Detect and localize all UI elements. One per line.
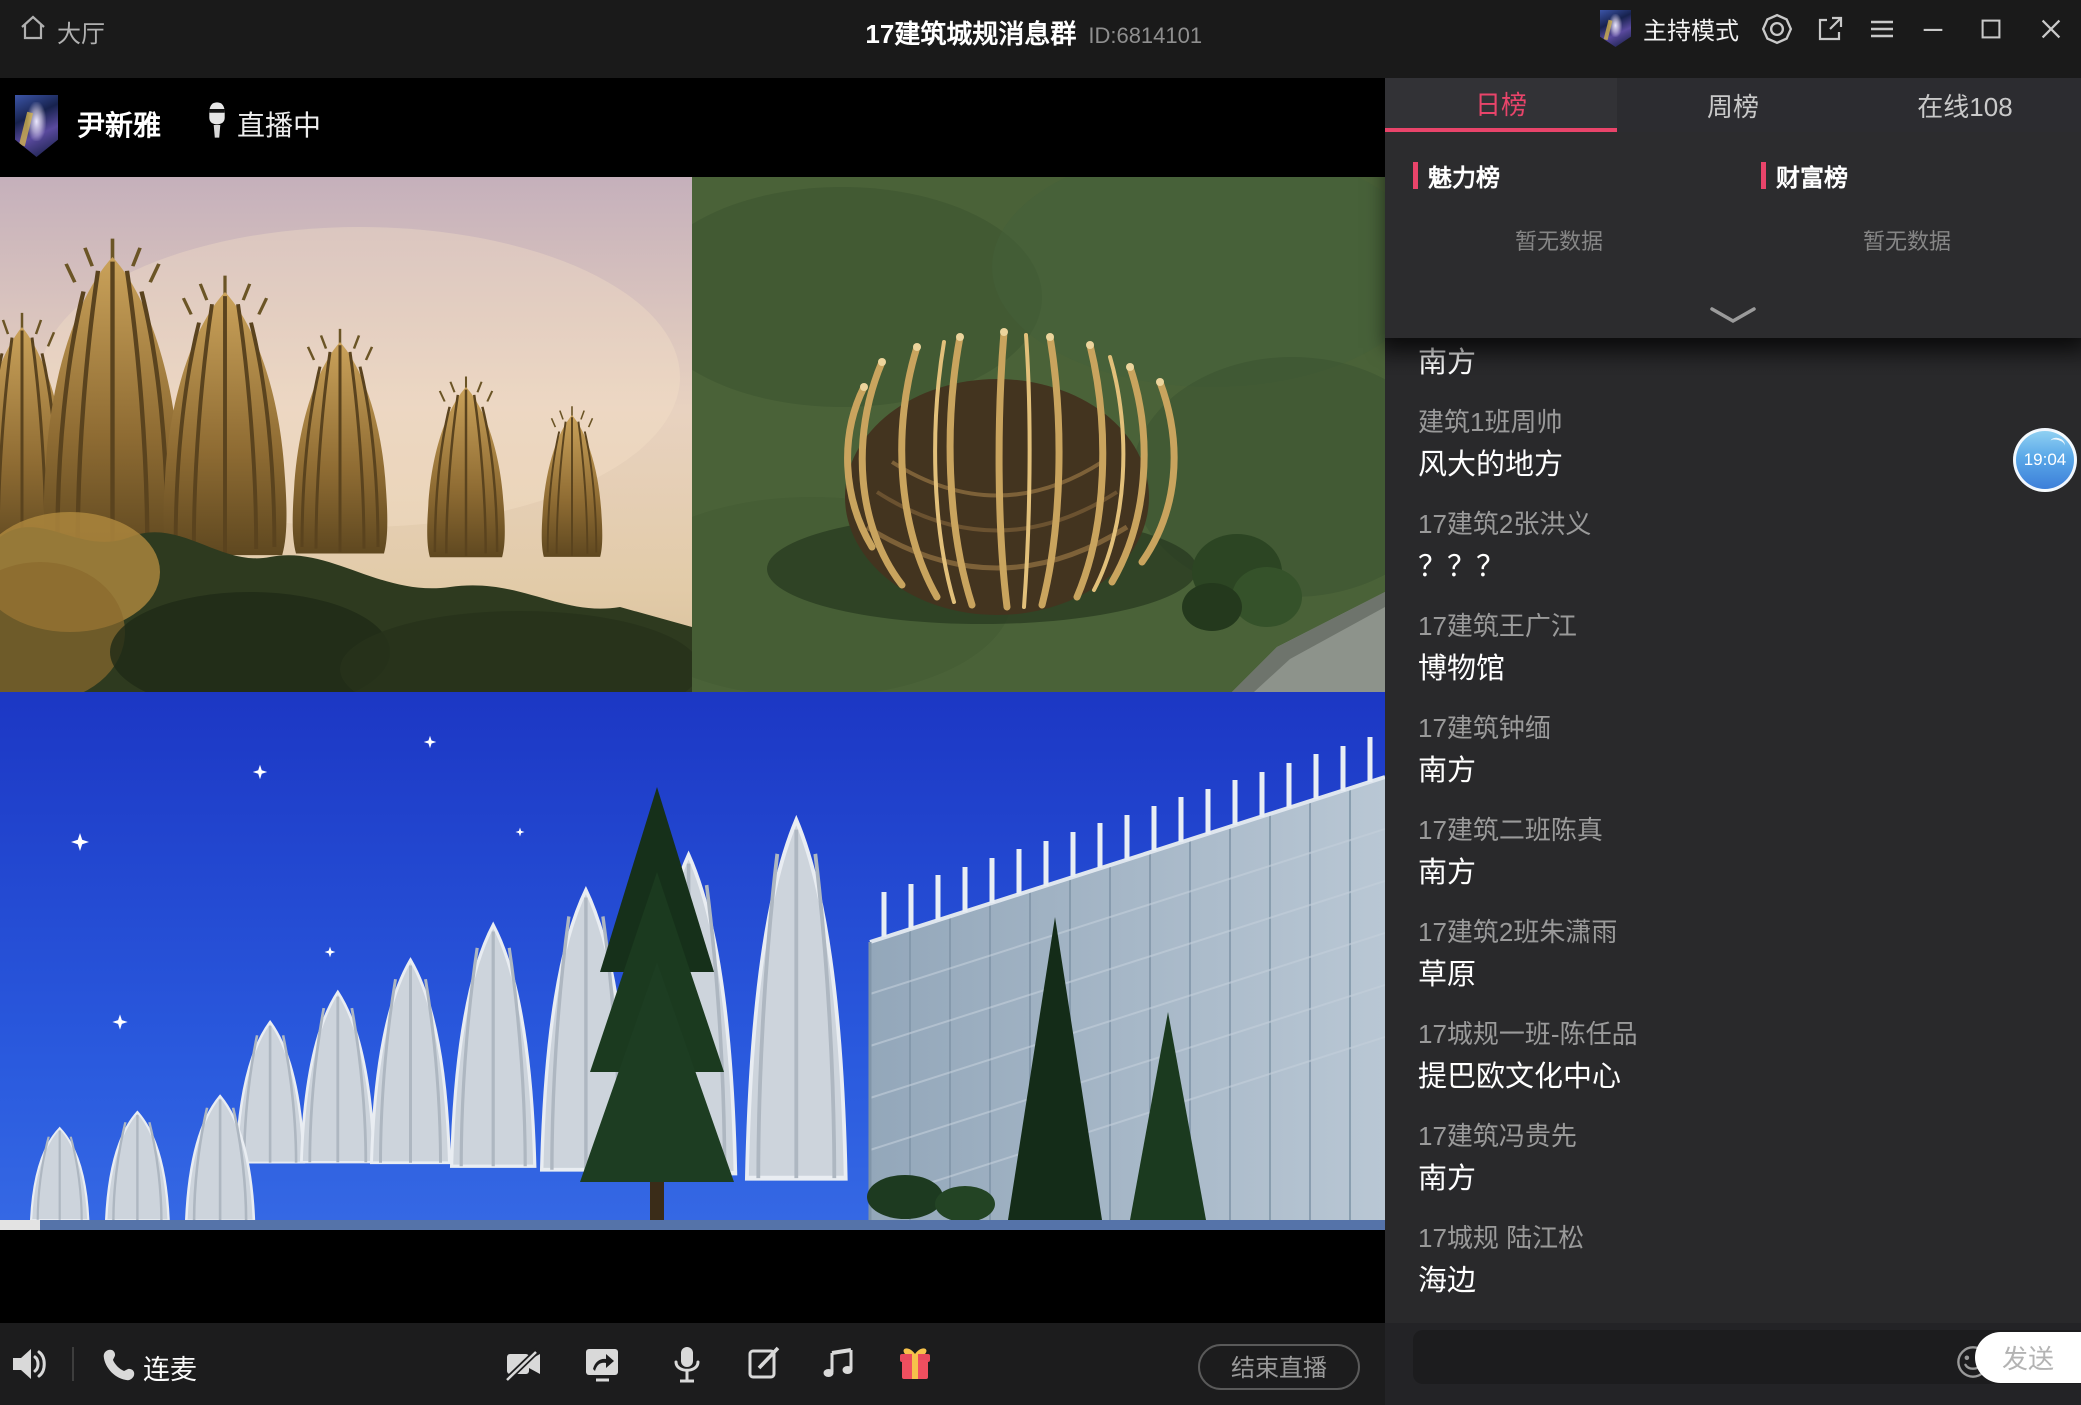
charm-empty-text: 暂无数据 — [1385, 224, 1733, 256]
chat-text: 提巴欧文化中心 — [1418, 1055, 2081, 1099]
accent-bar — [1761, 162, 1766, 189]
chat-sender: 17建筑二班陈真 — [1418, 810, 2081, 851]
handheld-mic-icon — [206, 100, 228, 145]
screen-share-icon[interactable] — [583, 1345, 623, 1388]
chat-message: 17城规一班-陈任品 提巴欧文化中心 — [1418, 1014, 2081, 1099]
chat-message: 17建筑二班陈真 南方 — [1418, 810, 2081, 895]
close-icon[interactable] — [2037, 15, 2065, 43]
charm-board: 魅力榜 暂无数据 — [1385, 132, 1733, 338]
chat-sender: 17城规一班-陈任品 — [1418, 1014, 2081, 1055]
phone-icon[interactable] — [100, 1346, 137, 1388]
wealth-board-header: 财富榜 — [1761, 158, 1848, 193]
host-name: 尹新雅 — [77, 104, 161, 144]
chevron-down-icon[interactable] — [1710, 307, 1756, 330]
chat-sender: 17城规 陆江松 — [1418, 1218, 2081, 1259]
microphone-icon[interactable] — [668, 1345, 706, 1390]
title-bar-right: 主持模式 — [1600, 10, 2065, 47]
chat-message: 17建筑王广江 博物馆 — [1418, 606, 2081, 691]
chat-text: ？？？ — [1418, 545, 2081, 589]
watch-mode-icon[interactable] — [1761, 13, 1793, 45]
menu-icon[interactable] — [1867, 14, 1897, 44]
link-mic-label[interactable]: 连麦 — [143, 1348, 197, 1387]
chat-text: 南方 — [1418, 341, 2081, 385]
room-id: ID:6814101 — [1088, 23, 1202, 49]
minimize-icon[interactable] — [1919, 15, 1947, 43]
video-feed-basket — [692, 177, 1385, 692]
camera-off-icon[interactable] — [505, 1345, 543, 1388]
chat-message: 17城规 陆江松 海边 — [1418, 1218, 2081, 1303]
ranking-tab-bar: 日榜 周榜 在线108 — [1385, 78, 2081, 132]
stream-control-bar: 连麦 — [0, 1323, 1385, 1405]
gift-icon[interactable] — [896, 1345, 934, 1388]
chat-message: 建筑1班周帅 风大的地方 — [1418, 402, 2081, 487]
chat-text: 南方 — [1418, 1157, 2081, 1201]
home-icon — [18, 13, 48, 50]
room-title: 17建筑城规消息群 — [865, 14, 1076, 51]
tab-daily-rank[interactable]: 日榜 — [1385, 78, 1617, 132]
chat-text: 博物馆 — [1418, 647, 2081, 691]
video-feed-building — [0, 692, 1385, 1220]
ranking-overlay: 魅力榜 暂无数据 财富榜 暂无数据 — [1385, 132, 2081, 338]
host-mode-label: 主持模式 — [1643, 11, 1739, 46]
chat-sender: 建筑1班周帅 — [1418, 402, 2081, 443]
chat-sender: 17建筑2张洪义 — [1418, 504, 2081, 545]
maximize-icon[interactable] — [1977, 15, 2005, 43]
chat-message-list[interactable]: 南方 建筑1班周帅 风大的地方 17建筑2张洪义 ？？？ 17建筑王广江 博物馆… — [1385, 300, 2081, 1320]
chat-sender: 17建筑2班朱潇雨 — [1418, 912, 2081, 953]
user-avatar[interactable] — [1600, 10, 1631, 47]
room-title-group: 17建筑城规消息群 ID:6814101 — [865, 14, 1202, 51]
live-time-value: 19:04 — [2024, 450, 2067, 470]
video-progress-bar[interactable] — [0, 1220, 1385, 1230]
chat-message: 17建筑2班朱潇雨 草原 — [1418, 912, 2081, 997]
accent-bar — [1413, 162, 1418, 189]
wealth-board: 财富榜 暂无数据 — [1733, 132, 2081, 338]
stream-header: 尹新雅 直播中 — [0, 78, 1385, 177]
lobby-button[interactable]: 大厅 — [18, 13, 105, 50]
chat-text: 南方 — [1418, 851, 2081, 895]
chat-sender: 17建筑王广江 — [1418, 606, 2081, 647]
end-live-button[interactable]: 结束直播 — [1198, 1344, 1360, 1390]
tab-weekly-rank[interactable]: 周榜 — [1617, 78, 1849, 132]
chat-text: 南方 — [1418, 749, 2081, 793]
speaker-icon[interactable] — [10, 1345, 50, 1388]
lobby-label: 大厅 — [57, 14, 105, 49]
chat-input[interactable] — [1427, 1330, 1911, 1386]
live-status-label: 直播中 — [237, 104, 321, 144]
edit-icon[interactable] — [747, 1345, 783, 1386]
app-window: 大厅 17建筑城规消息群 ID:6814101 主持模式 — [0, 0, 2081, 1405]
video-progress-played — [0, 1220, 40, 1230]
chat-sender: 17建筑冯贵先 — [1418, 1116, 2081, 1157]
title-bar: 大厅 17建筑城规消息群 ID:6814101 主持模式 — [0, 0, 2081, 78]
chat-text: 草原 — [1418, 953, 2081, 997]
wealth-empty-text: 暂无数据 — [1733, 224, 2081, 256]
chat-message: 17建筑钟缅 南方 — [1418, 708, 2081, 793]
chat-text: 海边 — [1418, 1259, 2081, 1303]
chat-text: 风大的地方 — [1418, 443, 2081, 487]
right-panel: 日榜 周榜 在线108 魅力榜 暂无数据 财富榜 暂无数据 — [1385, 78, 2081, 1405]
video-feed-towers — [0, 177, 692, 692]
host-avatar[interactable] — [15, 95, 58, 157]
charm-board-header: 魅力榜 — [1413, 158, 1500, 193]
video-area: 尹新雅 直播中 — [0, 78, 1385, 1405]
wealth-board-title: 财富榜 — [1776, 158, 1848, 193]
tab-online-count[interactable]: 在线108 — [1849, 78, 2081, 132]
chat-input-bar: 发送 — [1385, 1323, 2081, 1405]
popout-icon[interactable] — [1815, 14, 1845, 44]
send-button[interactable]: 发送 — [1975, 1332, 2081, 1383]
chat-message: 17建筑冯贵先 南方 — [1418, 1116, 2081, 1201]
charm-board-title: 魅力榜 — [1428, 158, 1500, 193]
music-icon[interactable] — [820, 1345, 856, 1386]
chat-sender: 17建筑钟缅 — [1418, 708, 2081, 749]
live-time-bubble[interactable]: 19:04 — [2013, 428, 2077, 492]
divider — [72, 1347, 74, 1381]
chat-message: 17建筑2张洪义 ？？？ — [1418, 504, 2081, 589]
